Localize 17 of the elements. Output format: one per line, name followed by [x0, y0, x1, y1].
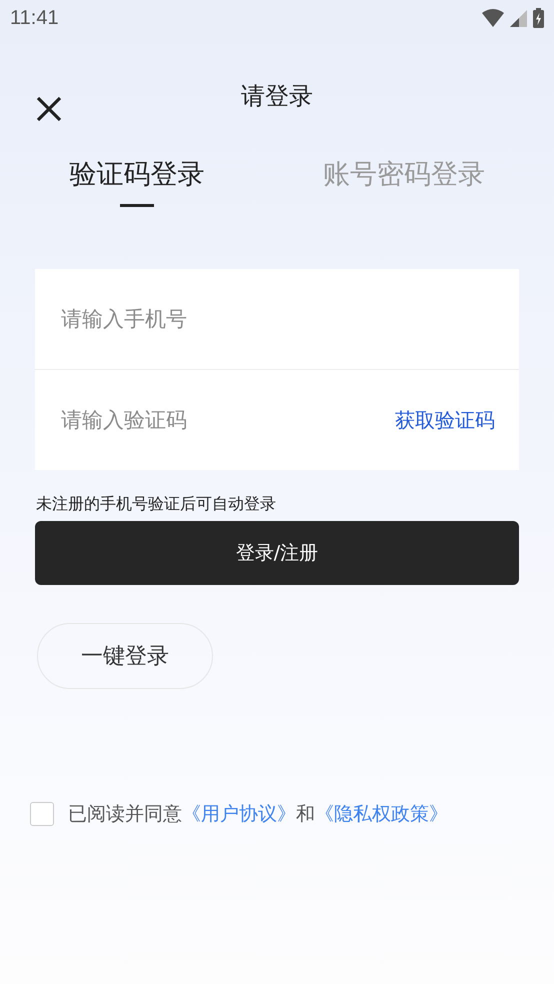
phone-field[interactable]: 请输入手机号 [59, 306, 495, 332]
quick-login-button[interactable]: 一键登录 [37, 623, 213, 689]
close-icon[interactable] [36, 96, 62, 122]
status-time: 11:41 [10, 6, 59, 30]
get-code-link[interactable]: 获取验证码 [395, 406, 495, 434]
login-tab[interactable]: 验证码登录 [69, 156, 204, 207]
agree-checkbox[interactable] [30, 802, 54, 826]
page-title: 请登录 [241, 81, 313, 112]
wifi-icon [482, 9, 504, 27]
login-button[interactable]: 登录/注册 [35, 521, 519, 585]
policy-link[interactable]: 《用户协议》 [182, 803, 296, 825]
battery-icon [533, 8, 544, 28]
policy-link[interactable]: 《隐私权政策》 [315, 803, 448, 825]
signal-icon [510, 10, 527, 26]
hint-text: 未注册的手机号验证后可自动登录 [36, 494, 277, 515]
agreement-text: 已阅读并同意《用户协议》和《隐私权政策》 [68, 802, 448, 827]
code-field[interactable]: 请输入验证码 [59, 407, 395, 433]
